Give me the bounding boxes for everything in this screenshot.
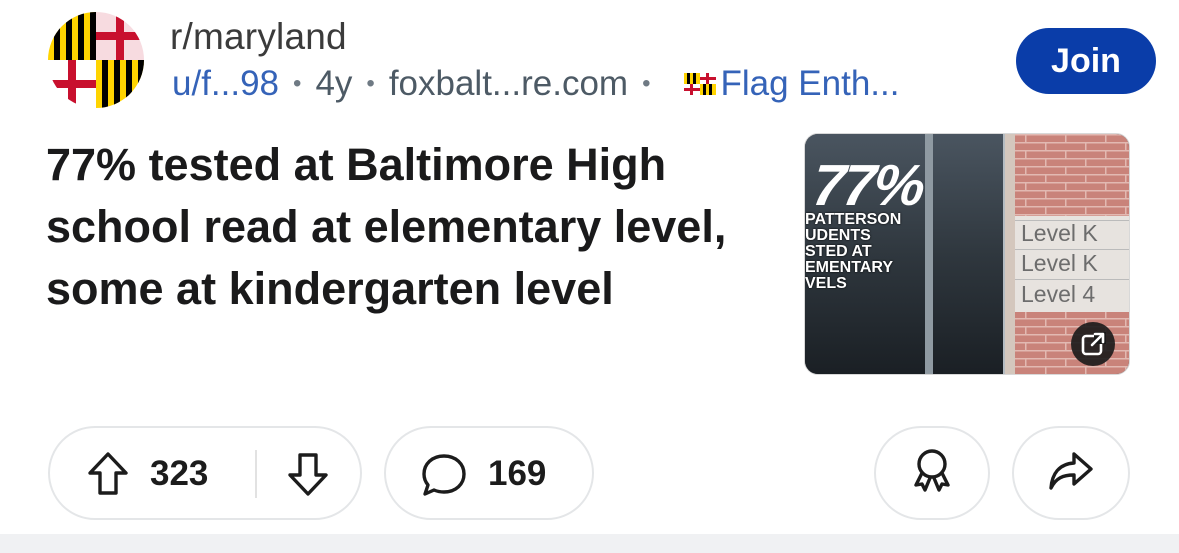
vote-divider bbox=[255, 450, 257, 498]
author-link[interactable]: u/f...98 bbox=[172, 64, 279, 104]
award-button[interactable] bbox=[874, 426, 990, 520]
upvote-count: 323 bbox=[150, 454, 209, 493]
post-card: r/maryland u/f...98 • 4y • foxbalt...re.… bbox=[0, 0, 1179, 553]
external-link-icon[interactable] bbox=[1071, 322, 1115, 366]
comments-button[interactable]: 169 bbox=[384, 426, 594, 520]
award-ribbon-icon bbox=[910, 447, 954, 500]
downvote-arrow-icon[interactable] bbox=[286, 451, 330, 502]
vote-control: 323 bbox=[48, 426, 362, 520]
link-thumbnail[interactable]: 77% PATTERSON UDENTS STED AT EMENTARY VE… bbox=[804, 133, 1130, 375]
post-age: 4y bbox=[315, 64, 353, 103]
post-flair[interactable]: Flag Enth... bbox=[664, 64, 899, 104]
subreddit-avatar-icon[interactable] bbox=[48, 12, 144, 108]
source-domain[interactable]: foxbalt...re.com bbox=[389, 64, 628, 104]
separator-dot: • bbox=[293, 70, 302, 97]
separator-dot: • bbox=[366, 70, 375, 97]
thumbnail-headline: 77% bbox=[809, 153, 927, 218]
post-title[interactable]: 77% tested at Baltimore High school read… bbox=[46, 134, 776, 320]
comment-count: 169 bbox=[488, 454, 547, 493]
comment-bubble-icon bbox=[420, 452, 468, 503]
upvote-arrow-icon[interactable] bbox=[86, 451, 130, 502]
join-button[interactable]: Join bbox=[1016, 28, 1156, 94]
flair-label: Flag Enth... bbox=[720, 64, 900, 103]
level-label: Level K bbox=[1021, 250, 1098, 276]
share-button[interactable] bbox=[1012, 426, 1130, 520]
subreddit-name[interactable]: r/maryland bbox=[170, 16, 347, 58]
level-label: Level K bbox=[1021, 220, 1098, 246]
thumbnail-caption: PATTERSON UDENTS STED AT EMENTARY VELS bbox=[805, 211, 902, 292]
post-meta: u/f...98 • 4y • foxbalt...re.com • Flag … bbox=[172, 62, 899, 106]
level-label: Level 4 bbox=[1021, 281, 1096, 307]
maryland-flag-flair-icon bbox=[684, 73, 717, 95]
share-arrow-icon bbox=[1048, 450, 1094, 497]
feed-separator bbox=[0, 534, 1179, 553]
separator-dot: • bbox=[642, 70, 651, 97]
